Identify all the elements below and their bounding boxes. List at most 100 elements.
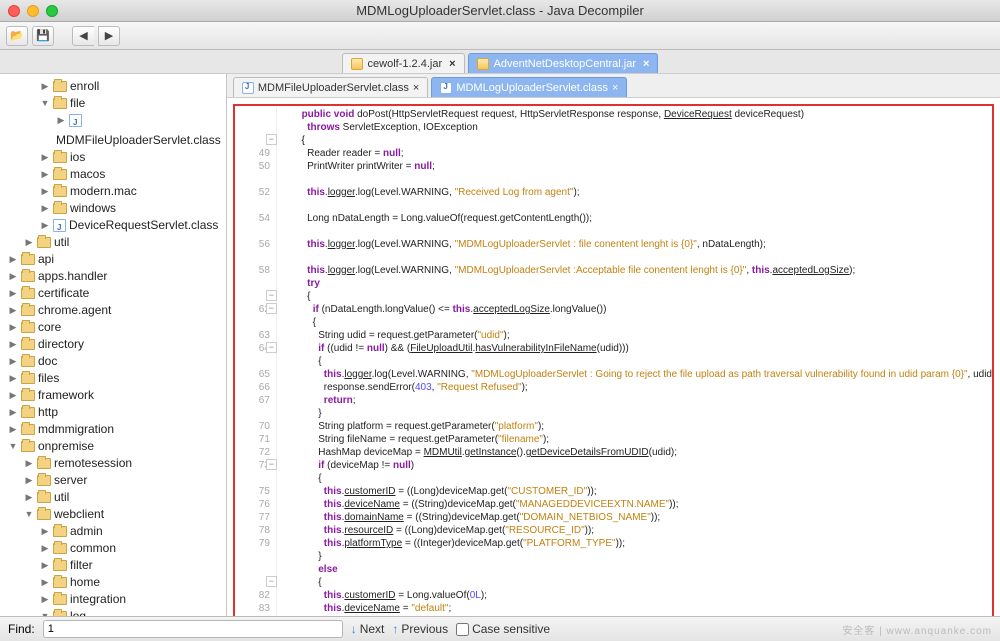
- code-text[interactable]: Reader reader = null;: [277, 147, 404, 160]
- tree-class-node[interactable]: ▶DeviceRequestServlet.class: [8, 217, 224, 234]
- gutter[interactable]: [235, 290, 277, 303]
- code-text[interactable]: {: [277, 134, 305, 147]
- find-input[interactable]: [43, 620, 343, 638]
- code-text[interactable]: try: [277, 277, 320, 290]
- zoom-window-button[interactable]: [46, 5, 58, 17]
- expand-arrow-icon[interactable]: ▶: [24, 489, 34, 506]
- expand-arrow-icon[interactable]: ▶: [8, 319, 18, 336]
- code-text[interactable]: return;: [277, 394, 356, 407]
- expand-arrow-icon[interactable]: ▼: [40, 95, 50, 112]
- tree-package-node[interactable]: ▶directory: [8, 336, 224, 353]
- close-tab-icon[interactable]: ×: [449, 58, 455, 70]
- tree-package-node[interactable]: ▶enroll: [8, 78, 224, 95]
- tree-class-node[interactable]: ▶MDMFileUploaderServlet.class: [8, 112, 224, 149]
- tree-package-node[interactable]: ▶mdmmigration: [8, 421, 224, 438]
- expand-arrow-icon[interactable]: ▼: [8, 438, 18, 455]
- tree-package-node[interactable]: ▶certificate: [8, 285, 224, 302]
- tree-package-node[interactable]: ▶common: [8, 540, 224, 557]
- expand-arrow-icon[interactable]: ▶: [8, 421, 18, 438]
- code-text[interactable]: {: [277, 290, 311, 303]
- code-text[interactable]: this.logger.log(Level.WARNING, "MDMLogUp…: [277, 368, 992, 381]
- close-window-button[interactable]: [8, 5, 20, 17]
- code-text[interactable]: this.customerID = Long.valueOf(0L);: [277, 589, 487, 602]
- gutter[interactable]: 73: [235, 459, 277, 472]
- tree-package-node[interactable]: ▶modern.mac: [8, 183, 224, 200]
- code-text[interactable]: if ((udid != null) && (FileUploadUtil.ha…: [277, 342, 629, 355]
- expand-arrow-icon[interactable]: ▶: [24, 455, 34, 472]
- code-text[interactable]: String udid = request.getParameter("udid…: [277, 329, 510, 342]
- code-text[interactable]: String platform = request.getParameter("…: [277, 420, 544, 433]
- archive-tab[interactable]: cewolf-1.2.4.jar×: [342, 53, 465, 73]
- tree-package-node[interactable]: ▶integration: [8, 591, 224, 608]
- code-text[interactable]: this.logger.log(Level.WARNING, "MDMLogUp…: [277, 264, 855, 277]
- tree-package-node[interactable]: ▶files: [8, 370, 224, 387]
- code-text[interactable]: response.sendError(403, "Request Refused…: [277, 381, 528, 394]
- expand-arrow-icon[interactable]: ▶: [40, 166, 50, 183]
- expand-arrow-icon[interactable]: ▶: [8, 336, 18, 353]
- code-text[interactable]: throws ServletException, IOException: [277, 121, 478, 134]
- tree-package-node[interactable]: ▶macos: [8, 166, 224, 183]
- tree-package-node[interactable]: ▶api: [8, 251, 224, 268]
- editor-tab[interactable]: MDMFileUploaderServlet.class×: [233, 77, 428, 97]
- expand-arrow-icon[interactable]: ▶: [40, 183, 50, 200]
- nav-forward-button[interactable]: ▶: [98, 26, 120, 46]
- tree-package-node[interactable]: ▶util: [8, 234, 224, 251]
- tree-package-node[interactable]: ▶chrome.agent: [8, 302, 224, 319]
- code-text[interactable]: this.platformType = ((Integer)deviceMap.…: [277, 537, 625, 550]
- code-text[interactable]: Long nDataLength = Long.valueOf(request.…: [277, 212, 592, 225]
- expand-arrow-icon[interactable]: ▶: [8, 370, 18, 387]
- expand-arrow-icon[interactable]: ▶: [40, 200, 50, 217]
- code-text[interactable]: this.logger.log(Level.WARNING, "MDMLogUp…: [277, 238, 766, 251]
- gutter[interactable]: [235, 134, 277, 147]
- code-text[interactable]: PrintWriter printWriter = null;: [277, 160, 435, 173]
- expand-arrow-icon[interactable]: ▶: [40, 540, 50, 557]
- tree-package-node[interactable]: ▶windows: [8, 200, 224, 217]
- code-text[interactable]: [277, 225, 285, 238]
- expand-arrow-icon[interactable]: ▼: [24, 506, 34, 523]
- expand-arrow-icon[interactable]: ▶: [40, 557, 50, 574]
- expand-arrow-icon[interactable]: ▶: [40, 591, 50, 608]
- close-tab-icon[interactable]: ×: [413, 82, 419, 94]
- editor-tab[interactable]: MDMLogUploaderServlet.class×: [431, 77, 627, 97]
- code-text[interactable]: this.logger.log(Level.WARNING, "Received…: [277, 186, 580, 199]
- tree-package-node[interactable]: ▶doc: [8, 353, 224, 370]
- code-text[interactable]: this.deviceName = "default";: [277, 602, 451, 615]
- expand-arrow-icon[interactable]: ▶: [40, 217, 50, 234]
- save-button[interactable]: 💾: [32, 26, 54, 46]
- code-text[interactable]: public void doPost(HttpServletRequest re…: [277, 108, 804, 121]
- expand-arrow-icon[interactable]: ▶: [24, 234, 34, 251]
- code-scroll[interactable]: public void doPost(HttpServletRequest re…: [227, 98, 1000, 616]
- expand-arrow-icon[interactable]: ▶: [8, 268, 18, 285]
- tree-package-node[interactable]: ▼file: [8, 95, 224, 112]
- tree-package-node[interactable]: ▶remotesession: [8, 455, 224, 472]
- code-text[interactable]: {: [277, 355, 322, 368]
- code-text[interactable]: if (nDataLength.longValue() <= this.acce…: [277, 303, 607, 316]
- tree-package-node[interactable]: ▶home: [8, 574, 224, 591]
- expand-arrow-icon[interactable]: ▶: [8, 353, 18, 370]
- gutter[interactable]: 62: [235, 303, 277, 316]
- tree-package-node[interactable]: ▼onpremise: [8, 438, 224, 455]
- tree-package-node[interactable]: ▶apps.handler: [8, 268, 224, 285]
- expand-arrow-icon[interactable]: ▶: [8, 285, 18, 302]
- expand-arrow-icon[interactable]: ▶: [24, 472, 34, 489]
- code-text[interactable]: [277, 251, 285, 264]
- code-text[interactable]: String fileName = request.getParameter("…: [277, 433, 549, 446]
- tree-package-node[interactable]: ▶util: [8, 489, 224, 506]
- tree-package-node[interactable]: ▶core: [8, 319, 224, 336]
- expand-arrow-icon[interactable]: ▶: [40, 574, 50, 591]
- expand-arrow-icon[interactable]: ▼: [40, 608, 50, 616]
- code-text[interactable]: if (deviceMap != null): [277, 459, 414, 472]
- code-text[interactable]: }: [277, 407, 322, 420]
- code-text[interactable]: this.deviceName = ((String)deviceMap.get…: [277, 498, 679, 511]
- minimize-window-button[interactable]: [27, 5, 39, 17]
- tree-package-node[interactable]: ▶http: [8, 404, 224, 421]
- expand-arrow-icon[interactable]: ▶: [8, 302, 18, 319]
- code-text[interactable]: {: [277, 576, 322, 589]
- find-next-button[interactable]: ↓Next: [351, 622, 385, 636]
- expand-arrow-icon[interactable]: ▶: [40, 523, 50, 540]
- code-text[interactable]: [277, 199, 285, 212]
- expand-arrow-icon[interactable]: ▶: [8, 404, 18, 421]
- code-text[interactable]: this.customerID = ((Long)deviceMap.get("…: [277, 485, 597, 498]
- archive-tab[interactable]: AdventNetDesktopCentral.jar×: [468, 53, 659, 73]
- tree-package-node[interactable]: ▶server: [8, 472, 224, 489]
